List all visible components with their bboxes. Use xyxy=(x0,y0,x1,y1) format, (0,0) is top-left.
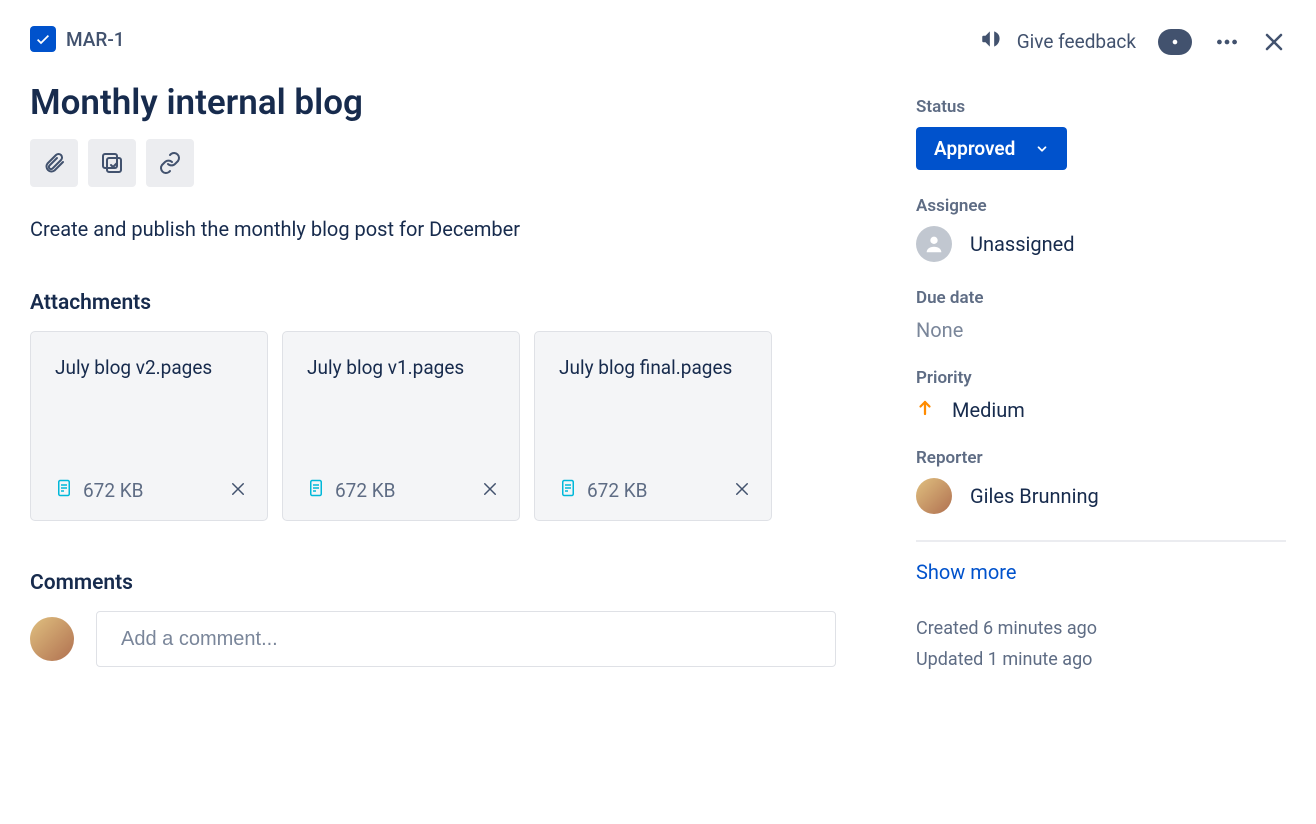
close-icon[interactable] xyxy=(1262,30,1286,54)
issue-description[interactable]: Create and publish the monthly blog post… xyxy=(30,217,836,241)
file-icon xyxy=(307,477,325,504)
unassigned-avatar-icon xyxy=(916,226,952,262)
feedback-label: Give feedback xyxy=(1017,30,1136,53)
assignee-field[interactable]: Unassigned xyxy=(916,226,1286,262)
reporter-label: Reporter xyxy=(916,448,1286,468)
attachment-card[interactable]: July blog v1.pages 672 KB xyxy=(282,331,520,521)
assignee-label: Assignee xyxy=(916,196,1286,216)
attachment-name: July blog v2.pages xyxy=(55,356,247,379)
breadcrumb[interactable]: MAR-1 xyxy=(30,26,125,52)
status-value: Approved xyxy=(934,137,1015,160)
megaphone-icon xyxy=(979,26,1005,57)
assignee-value: Unassigned xyxy=(970,232,1075,256)
link-button[interactable] xyxy=(146,139,194,187)
created-timestamp: Created 6 minutes ago xyxy=(916,614,1286,645)
attachment-name: July blog v1.pages xyxy=(307,356,499,379)
comments-heading: Comments xyxy=(30,571,836,595)
attachment-card[interactable]: July blog final.pages 672 KB xyxy=(534,331,772,521)
comment-input[interactable] xyxy=(96,611,836,667)
chevron-down-icon xyxy=(1035,142,1049,156)
file-icon xyxy=(55,477,73,504)
show-more-link[interactable]: Show more xyxy=(916,560,1016,584)
current-user-avatar xyxy=(30,617,74,661)
reporter-value: Giles Brunning xyxy=(970,484,1099,508)
remove-attachment-button[interactable] xyxy=(481,480,499,502)
more-actions-icon[interactable] xyxy=(1214,29,1240,55)
attachment-card[interactable]: July blog v2.pages 672 KB xyxy=(30,331,268,521)
task-type-icon xyxy=(30,26,56,52)
status-dropdown[interactable]: Approved xyxy=(916,127,1067,170)
status-label: Status xyxy=(916,97,1286,117)
attachment-size: 672 KB xyxy=(335,479,396,502)
issue-title[interactable]: Monthly internal blog xyxy=(30,82,836,123)
watch-icon[interactable] xyxy=(1158,29,1192,55)
updated-timestamp: Updated 1 minute ago xyxy=(916,645,1286,676)
add-checklist-button[interactable] xyxy=(88,139,136,187)
priority-arrow-icon xyxy=(916,398,934,422)
remove-attachment-button[interactable] xyxy=(229,480,247,502)
reporter-avatar xyxy=(916,478,952,514)
priority-label: Priority xyxy=(916,368,1286,388)
attach-button[interactable] xyxy=(30,139,78,187)
priority-value: Medium xyxy=(952,398,1025,422)
priority-field[interactable]: Medium xyxy=(916,398,1286,422)
due-date-value[interactable]: None xyxy=(916,318,1286,342)
attachment-name: July blog final.pages xyxy=(559,356,751,379)
divider xyxy=(916,540,1286,542)
attachments-heading: Attachments xyxy=(30,291,836,315)
issue-key: MAR-1 xyxy=(66,28,125,51)
attachment-size: 672 KB xyxy=(83,479,144,502)
remove-attachment-button[interactable] xyxy=(733,480,751,502)
attachment-size: 672 KB xyxy=(587,479,648,502)
give-feedback-button[interactable]: Give feedback xyxy=(979,26,1136,57)
file-icon xyxy=(559,477,577,504)
reporter-field[interactable]: Giles Brunning xyxy=(916,478,1286,514)
due-date-label: Due date xyxy=(916,288,1286,308)
